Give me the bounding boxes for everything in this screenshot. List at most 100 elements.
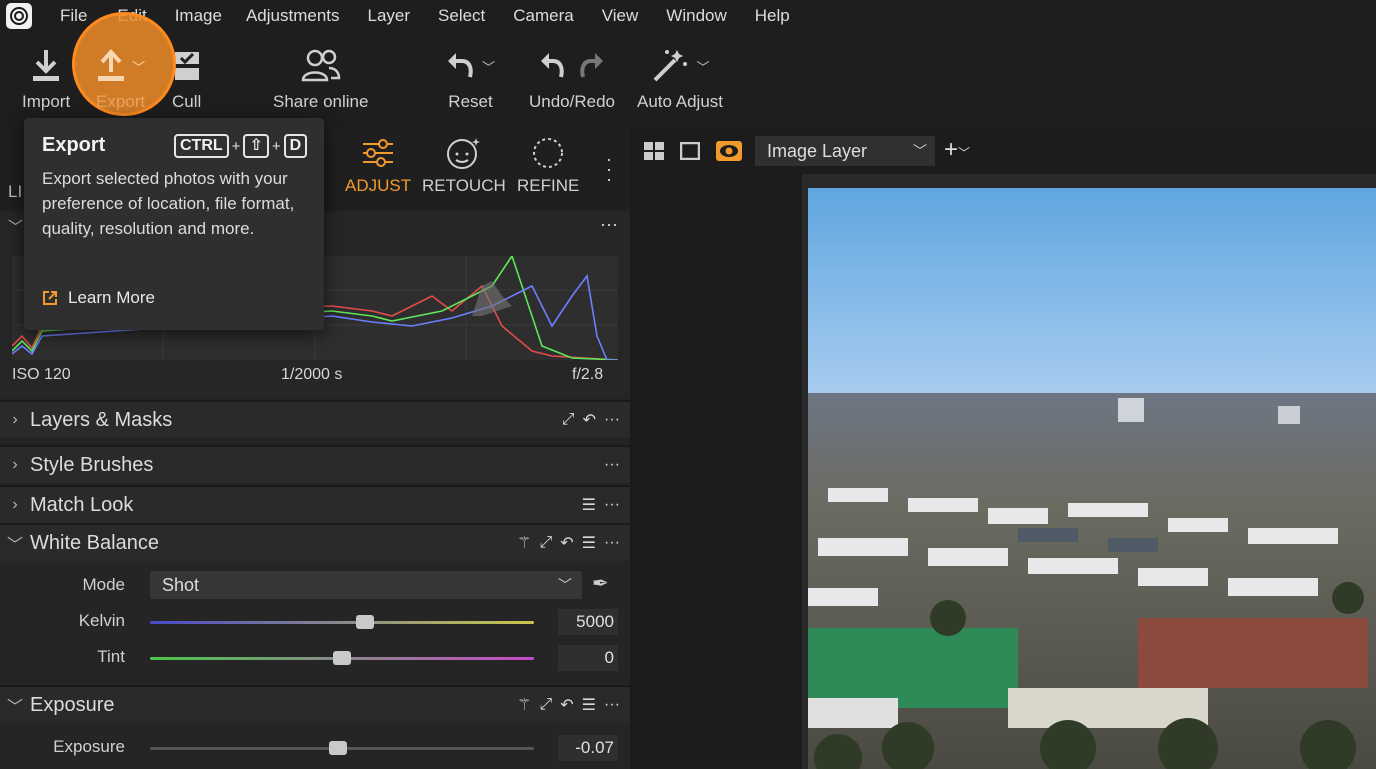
photo-frame [802, 174, 1376, 769]
layer-select[interactable]: Image Layer ﹀ [755, 136, 935, 166]
section-title-layers-masks: Layers & Masks [30, 408, 173, 431]
tab-refine[interactable]: REFINE [517, 136, 579, 196]
menu-lines-icon[interactable]: ☰ [582, 533, 596, 553]
magic-wand-icon: ﹀ [651, 44, 710, 88]
menu-help[interactable]: Help [755, 6, 790, 26]
key-ctrl: CTRL [174, 134, 229, 158]
tab-adjust-label: ADJUST [345, 176, 412, 195]
export-button[interactable]: ﹀ Export [96, 44, 145, 112]
layers-masks-section[interactable]: › Layers & Masks ⤢ ↶ ··· [0, 400, 630, 438]
chevron-down-icon[interactable]: ﹀ [0, 693, 30, 717]
dotted-circle-icon [533, 138, 564, 168]
tab-retouch[interactable]: RETOUCH [422, 136, 506, 196]
keyboard-shortcut: CTRL + ⇧ + D [174, 134, 308, 158]
more-horizontal-icon[interactable]: ··· [604, 534, 620, 552]
more-horizontal-icon[interactable]: ··· [604, 496, 620, 514]
expand-icon[interactable]: ⤢ [539, 534, 552, 552]
expand-icon[interactable]: ⤢ [539, 696, 552, 714]
reset-icon[interactable]: ↶ [583, 410, 596, 430]
photo-canvas[interactable] [808, 188, 1376, 769]
menu-camera[interactable]: Camera [513, 6, 573, 26]
learn-more-label: Learn More [68, 288, 155, 307]
reset-icon: ﹀ [446, 44, 495, 88]
single-view-icon[interactable] [679, 141, 701, 165]
plus-icon: + [944, 136, 959, 163]
kelvin-slider-thumb[interactable] [356, 615, 374, 629]
learn-more-link[interactable]: Learn More [42, 288, 155, 308]
key-d: D [283, 134, 308, 158]
chevron-down-icon: ﹀ [696, 59, 710, 75]
grid-view-icon[interactable] [644, 142, 664, 165]
eyedropper-icon[interactable]: ✒ [592, 571, 609, 596]
section-title-style-brushes: Style Brushes [30, 453, 154, 476]
chevron-down-icon: ﹀ [913, 143, 927, 159]
undo-redo-button[interactable]: Undo/Redo [529, 44, 615, 112]
tint-slider[interactable] [150, 651, 534, 665]
style-brushes-section[interactable]: › Style Brushes ··· [0, 445, 630, 483]
menu-lines-icon[interactable]: ☰ [582, 495, 596, 515]
match-look-section[interactable]: › Match Look ☰ ··· [0, 485, 630, 523]
exposure-value[interactable]: -0.07 [558, 735, 618, 761]
kelvin-slider[interactable] [150, 615, 534, 629]
tab-retouch-label: RETOUCH [422, 176, 506, 195]
auto-adjust-label: Auto Adjust [637, 92, 724, 111]
add-layer-button[interactable]: +﹀ [944, 136, 970, 164]
menu-window[interactable]: Window [666, 6, 726, 26]
tint-value[interactable]: 0 [558, 645, 618, 671]
reset-button[interactable]: ﹀ Reset [446, 44, 495, 112]
chevron-down-icon[interactable]: ﹀ [0, 531, 30, 555]
cull-label: Cull [172, 92, 202, 111]
undo-redo-label: Undo/Redo [529, 92, 616, 111]
tooltip-description: Export selected photos with your prefere… [42, 169, 295, 238]
exposure-body: Exposure -0.07 [0, 723, 630, 769]
section-title-white-balance: White Balance [30, 531, 159, 554]
menu-bar: File Edit Image Adjustments Layer Select… [0, 0, 1376, 32]
magic-wand-icon[interactable]: ⚚ [517, 695, 531, 715]
kelvin-value[interactable]: 5000 [558, 609, 618, 635]
more-horizontal-icon[interactable]: ··· [604, 456, 620, 474]
toolbar: Import Cull Share online ﹀ Reset Undo/Re… [0, 32, 1376, 130]
import-button[interactable]: Import [22, 44, 70, 112]
chevron-right-icon: › [12, 411, 18, 428]
menu-layer[interactable]: Layer [368, 6, 411, 26]
tooltip-title: Export [42, 134, 106, 156]
auto-adjust-button[interactable]: ﹀ Auto Adjust [637, 44, 723, 112]
menu-lines-icon[interactable]: ☰ [582, 695, 596, 715]
section-title-match-look: Match Look [30, 493, 134, 516]
tab-library-partial[interactable]: LI [8, 182, 22, 202]
more-horizontal-icon[interactable]: ··· [604, 696, 620, 714]
tint-label: Tint [97, 647, 125, 666]
magic-wand-icon[interactable]: ⚚ [517, 533, 531, 553]
chevron-down-icon[interactable]: ﹀ [8, 216, 23, 237]
tint-slider-thumb[interactable] [333, 651, 351, 665]
exposure-slider[interactable] [150, 741, 534, 755]
share-online-label: Share online [273, 92, 369, 111]
exposure-slider-thumb[interactable] [329, 741, 347, 755]
expand-icon[interactable]: ⤢ [562, 411, 575, 429]
menu-adjustments[interactable]: Adjustments [246, 6, 340, 26]
layer-select-value: Image Layer [767, 141, 868, 161]
reset-icon[interactable]: ↶ [560, 695, 573, 715]
mode-dropdown[interactable]: Shot ﹀ [150, 571, 582, 599]
more-horizontal-icon[interactable]: ··· [604, 411, 620, 429]
chevron-right-icon: › [12, 496, 18, 513]
chevron-down-icon: ﹀ [482, 59, 496, 75]
share-online-button[interactable]: Share online [273, 44, 368, 112]
eye-icon[interactable] [716, 141, 742, 166]
white-balance-section: ﹀ White Balance ⚚ ⤢ ↶ ☰ ··· Mode Shot ﹀ … [0, 523, 630, 685]
more-horizontal-icon[interactable]: ··· [600, 214, 618, 235]
mode-value: Shot [162, 575, 200, 595]
undo-icon [541, 53, 564, 78]
menu-file[interactable]: File [60, 6, 87, 26]
import-label: Import [22, 92, 71, 111]
chevron-right-icon: › [12, 456, 18, 473]
tab-adjust[interactable]: ADJUST [345, 136, 411, 196]
reset-icon[interactable]: ↶ [560, 533, 573, 553]
exposure-label: Exposure [53, 737, 125, 756]
menu-image[interactable]: Image [175, 6, 222, 26]
kelvin-label: Kelvin [78, 611, 125, 630]
cull-button[interactable]: Cull [172, 44, 201, 112]
menu-view[interactable]: View [602, 6, 639, 26]
more-vertical-icon[interactable]: · · · [606, 150, 612, 188]
menu-select[interactable]: Select [438, 6, 485, 26]
